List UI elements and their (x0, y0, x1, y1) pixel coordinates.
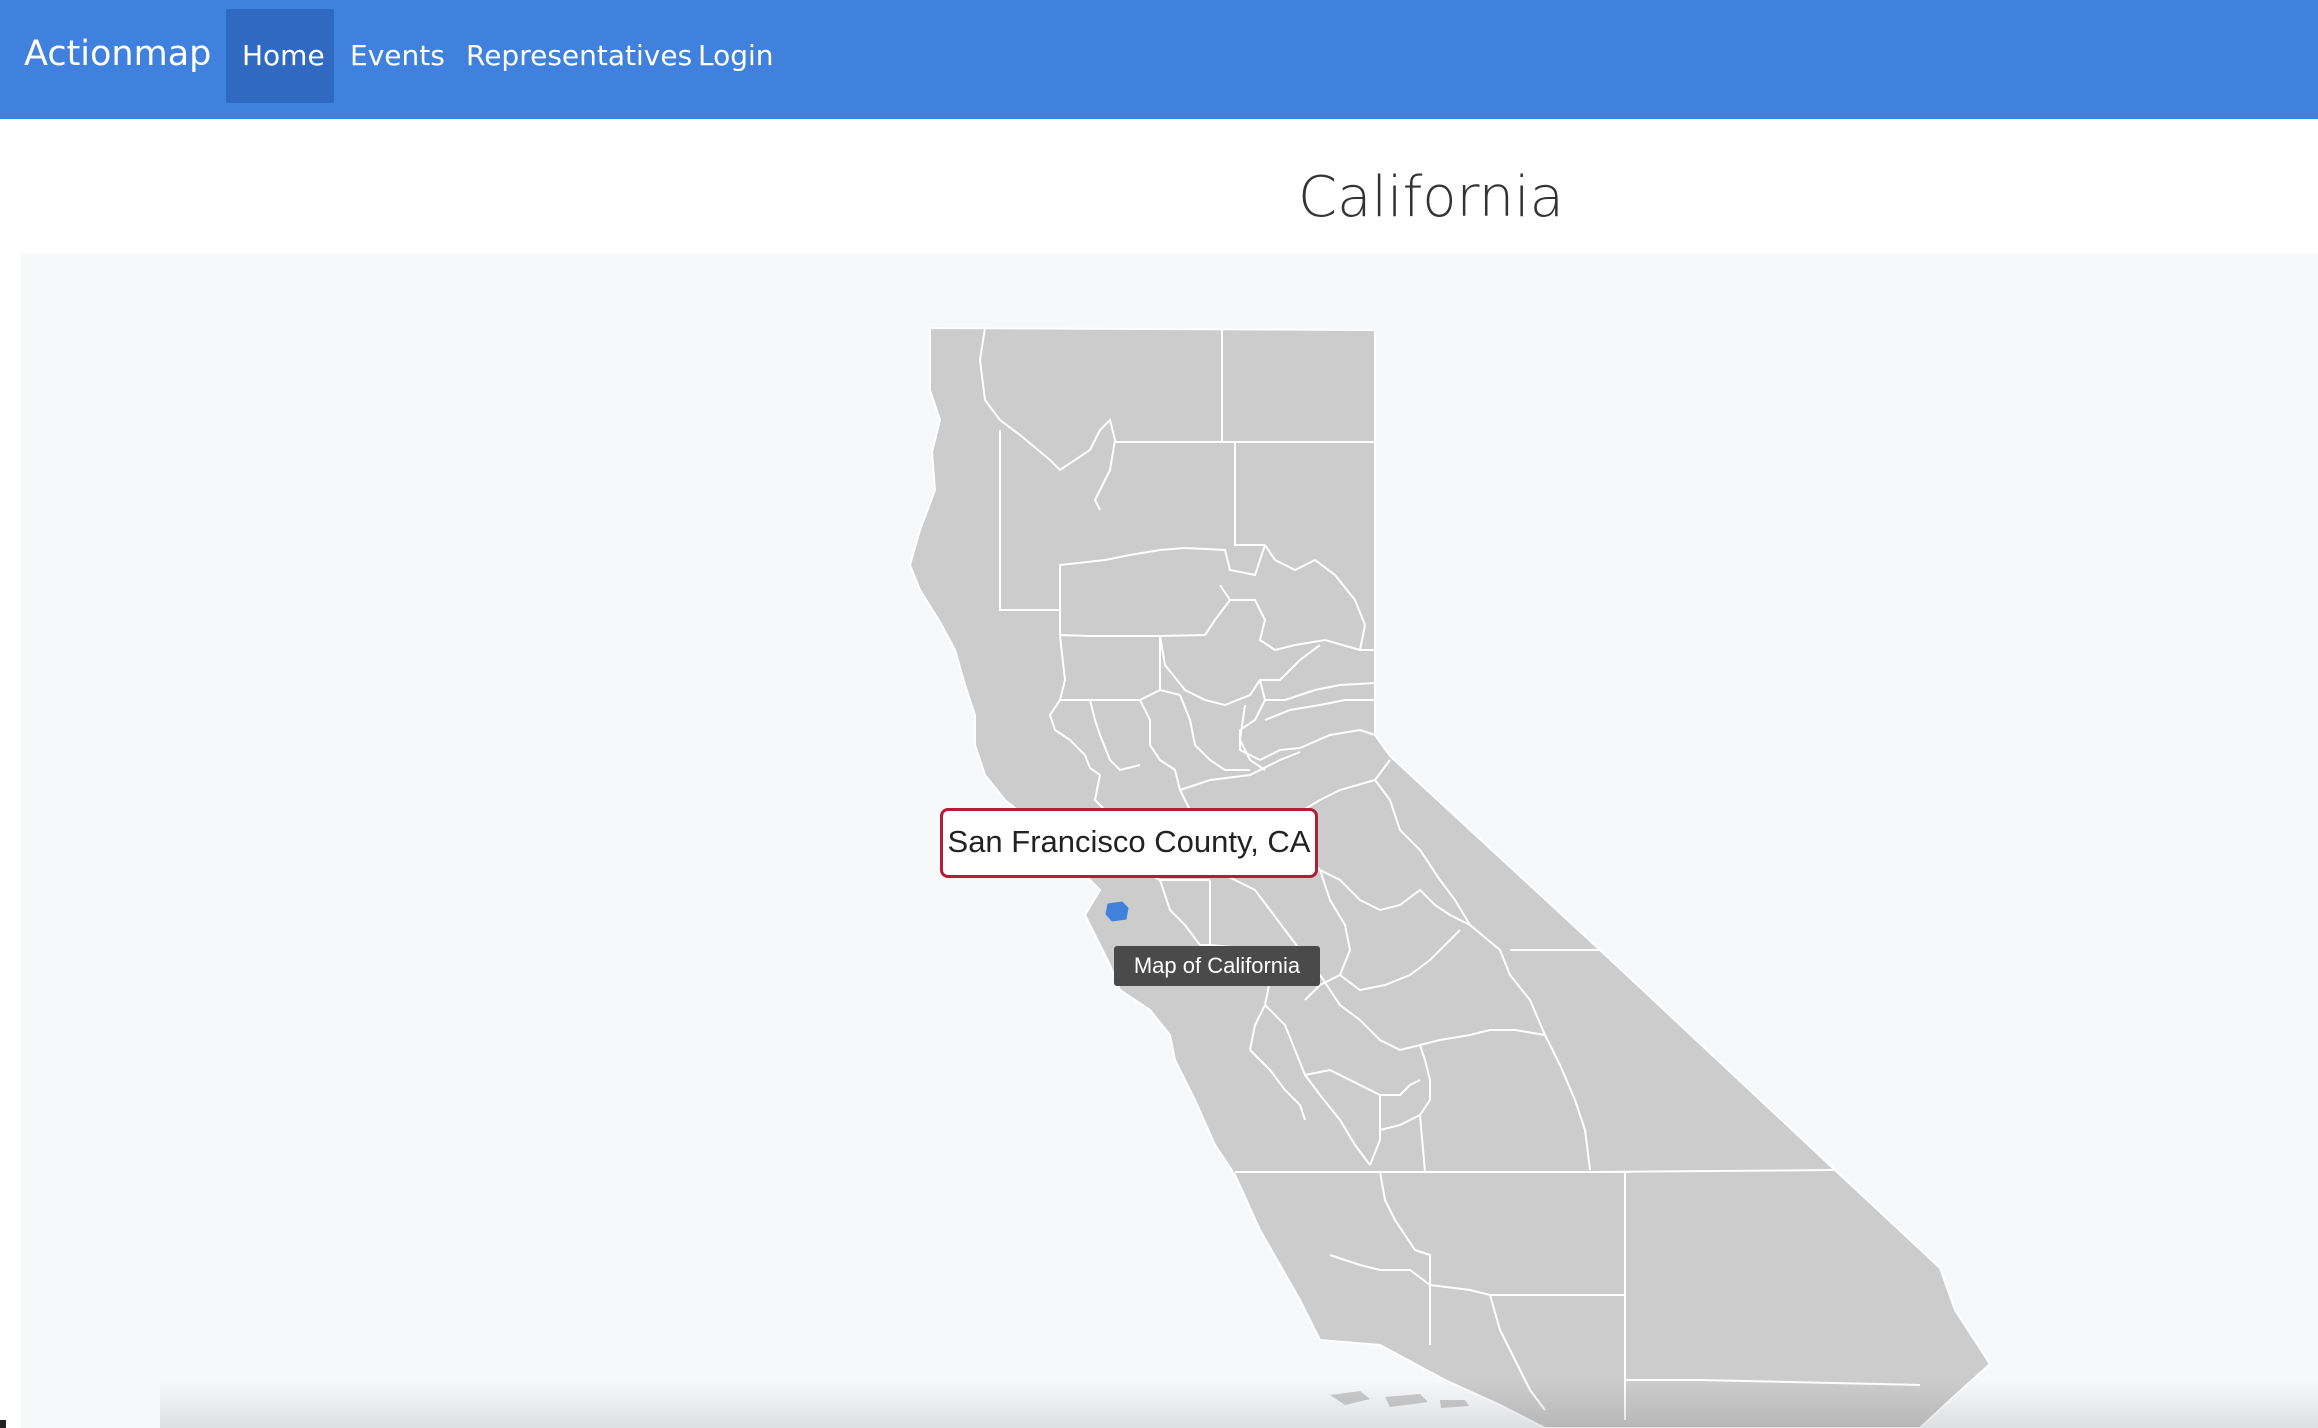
page-title: California (1298, 165, 1564, 230)
county-label-callout: San Francisco County, CA (940, 808, 1318, 878)
cursor-edge (0, 1420, 6, 1428)
california-state-shape (908, 326, 1992, 1428)
nav-events[interactable]: Events (334, 9, 461, 103)
nav-home[interactable]: Home (226, 9, 334, 103)
top-navbar: Actionmap Home Events Representatives Lo… (0, 0, 2318, 119)
nav-representatives[interactable]: Representatives (450, 9, 708, 103)
brand-link[interactable]: Actionmap (24, 0, 211, 108)
nav-login[interactable]: Login (682, 9, 790, 103)
map-tooltip: Map of California (1114, 946, 1320, 986)
san-francisco-county[interactable] (1105, 901, 1129, 922)
channel-islands (1330, 1391, 1469, 1408)
